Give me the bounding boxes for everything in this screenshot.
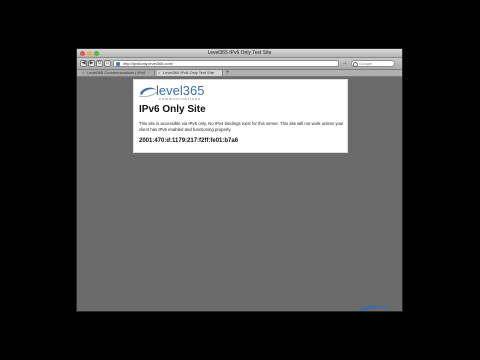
browser-window: Level365 IPv6 Only Test Site ◀ ▶ ↻ ⌂ htt… — [76, 48, 403, 312]
search-icon — [353, 62, 358, 67]
new-tab-button[interactable]: + — [226, 70, 230, 76]
back-arrow-icon: ◀ — [81, 60, 86, 66]
search-placeholder: Google — [359, 61, 372, 66]
level365-logo: level365 communications — [138, 83, 212, 105]
home-icon: ⌂ — [105, 60, 110, 66]
favicon-icon — [116, 62, 120, 66]
tab-ipv6-only-test-site[interactable]: × Level365 IPv6 Only Test Site — [157, 70, 223, 76]
window-title: Level365 IPv6 Only Test Site — [207, 50, 272, 56]
logo-tagline: communications — [159, 97, 202, 101]
page-description: This site is accessible via IPv6 only. N… — [139, 121, 344, 132]
home-button[interactable]: ⌂ — [104, 60, 111, 67]
browser-toolbar: ◀ ▶ ↻ ⌂ http://ipv6only.level365.com/ → … — [77, 58, 402, 70]
url-text: http://ipv6only.level365.com/ — [123, 61, 174, 66]
logo-wordmark: level365 — [156, 83, 205, 98]
go-button[interactable]: → — [341, 60, 348, 67]
page-content: level365 communications IPv6 Only Site T… — [77, 77, 402, 311]
forward-button[interactable]: ▶ — [88, 60, 95, 67]
ipv6-address: 2001:470:d:1179:217:f2ff:fe01:b7a6 — [139, 138, 239, 144]
back-button[interactable]: ◀ — [80, 60, 87, 67]
watermark-logo: level365 — [339, 305, 401, 311]
reload-icon: ↻ — [97, 60, 102, 66]
tab-label: Level365 Communications | IPv6 — [87, 70, 146, 75]
tab-label: Level365 IPv6 Only Test Site — [163, 70, 215, 75]
close-tab-icon[interactable]: × — [82, 70, 84, 76]
title-bar[interactable]: Level365 IPv6 Only Test Site — [77, 49, 402, 58]
address-bar[interactable]: http://ipv6only.level365.com/ — [113, 60, 339, 67]
watermark-swoosh-icon — [357, 305, 389, 311]
page-title: IPv6 Only Site — [139, 104, 206, 115]
tab-level365-communications[interactable]: × Level365 Communications | IPv6 — [81, 70, 155, 76]
search-input[interactable]: Google — [351, 60, 395, 67]
forward-arrow-icon: ▶ — [89, 60, 94, 66]
swoosh-icon — [138, 87, 158, 98]
close-tab-icon[interactable]: × — [158, 70, 160, 76]
tab-bar: × Level365 Communications | IPv6 × Level… — [77, 70, 402, 77]
content-panel: level365 communications IPv6 Only Site T… — [133, 79, 348, 153]
reload-button[interactable]: ↻ — [96, 60, 103, 67]
